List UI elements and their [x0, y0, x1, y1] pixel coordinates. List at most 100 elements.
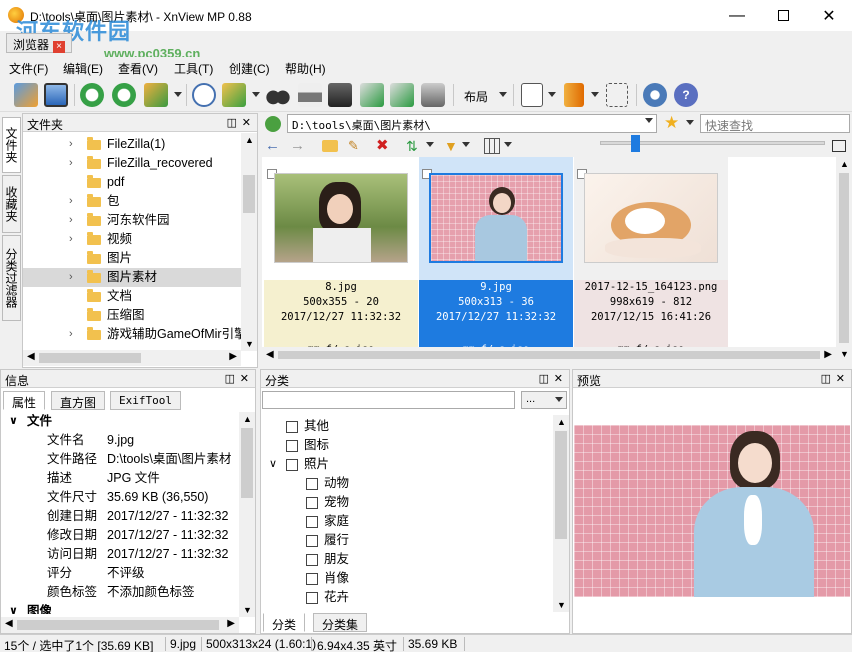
scroll-thumb[interactable] — [243, 175, 255, 213]
chevron-right-icon[interactable]: › — [69, 325, 73, 344]
tree-icon[interactable] — [606, 83, 628, 107]
category-item[interactable]: 家庭 — [261, 512, 551, 531]
scroll-down-icon[interactable]: ▼ — [557, 600, 566, 610]
chevron-right-icon[interactable]: › — [69, 268, 73, 287]
move-dropdown-icon[interactable] — [252, 92, 260, 97]
export-icon[interactable] — [360, 83, 384, 107]
panel-close-icon[interactable]: ✕ — [240, 372, 249, 385]
scroll-down-icon[interactable]: ▼ — [840, 349, 849, 359]
new-folder-icon[interactable] — [322, 140, 338, 152]
thumbnails-hscrollbar[interactable]: ◀ ▶ — [262, 347, 836, 363]
panel-close-icon[interactable]: ✕ — [554, 372, 563, 385]
category-checkbox[interactable] — [306, 497, 318, 509]
rotate-right-icon[interactable] — [112, 83, 136, 107]
convert-icon[interactable] — [144, 83, 168, 107]
property-row[interactable]: 文件名 9.jpg — [1, 431, 239, 450]
rotate-left-icon[interactable] — [80, 83, 104, 107]
view-mode-dropdown-icon[interactable] — [504, 142, 512, 147]
hscroll-thumb[interactable] — [278, 351, 820, 359]
layout-dropdown-icon[interactable] — [499, 92, 507, 97]
chevron-right-icon[interactable]: › — [69, 192, 73, 211]
thumbnail-item-selected[interactable]: 9.jpg 500x313 - 36 2017/12/27 11:32:32 m… — [419, 157, 573, 357]
vtab-folders[interactable]: 文件夹 — [2, 117, 21, 173]
info-vscrollbar[interactable]: ▲ ▼ — [239, 412, 255, 617]
minimize-button[interactable]: — — [714, 0, 760, 31]
bookmark-dropdown-icon[interactable] — [591, 92, 599, 97]
category-item[interactable]: 图标 — [261, 436, 551, 455]
quick-search-input[interactable]: 快速查找 — [700, 114, 850, 133]
layout-button[interactable]: 布局 — [464, 88, 488, 105]
scroll-left-icon[interactable]: ◀ — [5, 618, 13, 629]
undock-icon[interactable]: ◫ — [225, 372, 235, 385]
undock-icon[interactable]: ◫ — [821, 372, 831, 385]
category-item[interactable]: 履行 — [261, 531, 551, 550]
scroll-left-icon[interactable]: ◀ — [266, 349, 274, 360]
folder-tree-item[interactable]: › FileZilla(1) — [23, 135, 241, 154]
category-item[interactable]: 朋友 — [261, 550, 551, 569]
property-row[interactable]: 描述 JPG 文件 — [1, 469, 239, 488]
chevron-right-icon[interactable]: › — [69, 230, 73, 249]
folder-hscrollbar[interactable]: ◀ ▶ — [23, 350, 241, 366]
category-checkbox[interactable] — [306, 535, 318, 547]
delete-icon[interactable]: ✖ — [376, 138, 392, 154]
chevron-right-icon[interactable]: › — [69, 154, 73, 173]
category-item[interactable]: 其他 — [261, 417, 551, 436]
category-checkbox[interactable] — [306, 554, 318, 566]
scanner-icon[interactable] — [328, 83, 352, 107]
property-row[interactable]: 颜色标签 不添加颜色标签 — [1, 583, 239, 602]
category-item[interactable]: 肖像 — [261, 569, 551, 588]
thumbnail-item[interactable]: 2017-12-15_164123.png 998x619 - 812 2017… — [574, 157, 728, 357]
vscroll-thumb[interactable] — [839, 173, 849, 343]
scroll-thumb[interactable] — [555, 431, 567, 539]
category-vscrollbar[interactable]: ▲ ▼ — [553, 415, 569, 612]
category-options-dropdown[interactable]: ... — [521, 391, 567, 409]
scroll-right-icon[interactable]: ▶ — [824, 349, 832, 360]
property-row[interactable]: 文件尺寸 35.69 KB (36,550) — [1, 488, 239, 507]
camera-icon[interactable] — [421, 83, 445, 107]
scroll-left-icon[interactable]: ◀ — [27, 351, 35, 362]
tab-exiftool[interactable]: ExifTool — [110, 391, 181, 410]
panel-close-icon[interactable]: ✕ — [242, 116, 251, 129]
print-icon[interactable] — [298, 83, 322, 107]
maximize-button[interactable] — [760, 0, 806, 31]
compare-icon[interactable] — [521, 83, 543, 107]
folder-tree-item[interactable]: › 包 — [23, 192, 241, 211]
settings-icon[interactable] — [643, 83, 667, 107]
favorite-star-icon[interactable]: ★ — [664, 113, 679, 133]
property-row[interactable]: 评分 不评级 — [1, 564, 239, 583]
sort-dropdown-icon[interactable] — [426, 142, 434, 147]
menu-file[interactable]: 文件(F) — [9, 60, 48, 77]
scroll-up-icon[interactable]: ▲ — [840, 159, 849, 169]
folder-tree-item[interactable]: pdf — [23, 173, 241, 192]
property-row[interactable]: 创建日期 2017/12/27 - 11:32:32 — [1, 507, 239, 526]
category-item[interactable]: 花卉 — [261, 588, 551, 607]
category-checkbox[interactable] — [306, 478, 318, 490]
tab-histogram[interactable]: 直方图 — [51, 391, 106, 410]
move-icon[interactable] — [222, 83, 246, 107]
slideshow-icon[interactable] — [390, 83, 414, 107]
view-mode-icon[interactable] — [484, 138, 500, 154]
tab-categories[interactable]: 分类 — [263, 613, 306, 632]
close-button[interactable]: ✕ — [806, 0, 852, 31]
menu-edit[interactable]: 编辑(E) — [63, 60, 103, 77]
hscroll-thumb[interactable] — [17, 620, 219, 630]
category-item[interactable]: ∨ 照片 — [261, 455, 551, 474]
category-item[interactable]: 动物 — [261, 474, 551, 493]
path-input[interactable]: D:\tools\桌面\图片素材\ — [287, 114, 657, 133]
fit-icon[interactable] — [832, 140, 846, 152]
help-icon[interactable]: ? — [674, 83, 698, 107]
back-icon[interactable]: ← — [265, 138, 281, 154]
open-icon[interactable] — [14, 83, 38, 107]
undock-icon[interactable]: ◫ — [539, 372, 549, 385]
category-checkbox[interactable] — [306, 592, 318, 604]
thumbnails-vscrollbar[interactable]: ▲ ▼ — [836, 157, 852, 363]
fullscreen-icon[interactable] — [44, 83, 68, 107]
info-icon[interactable] — [192, 83, 216, 107]
category-checkbox[interactable] — [286, 459, 298, 471]
scroll-down-icon[interactable]: ▼ — [245, 339, 254, 349]
binoculars-icon[interactable] — [266, 83, 290, 107]
menu-tools[interactable]: 工具(T) — [174, 60, 213, 77]
category-checkbox[interactable] — [286, 440, 298, 452]
slider-handle[interactable] — [631, 135, 640, 152]
tab-properties[interactable]: 属性 — [3, 391, 46, 410]
